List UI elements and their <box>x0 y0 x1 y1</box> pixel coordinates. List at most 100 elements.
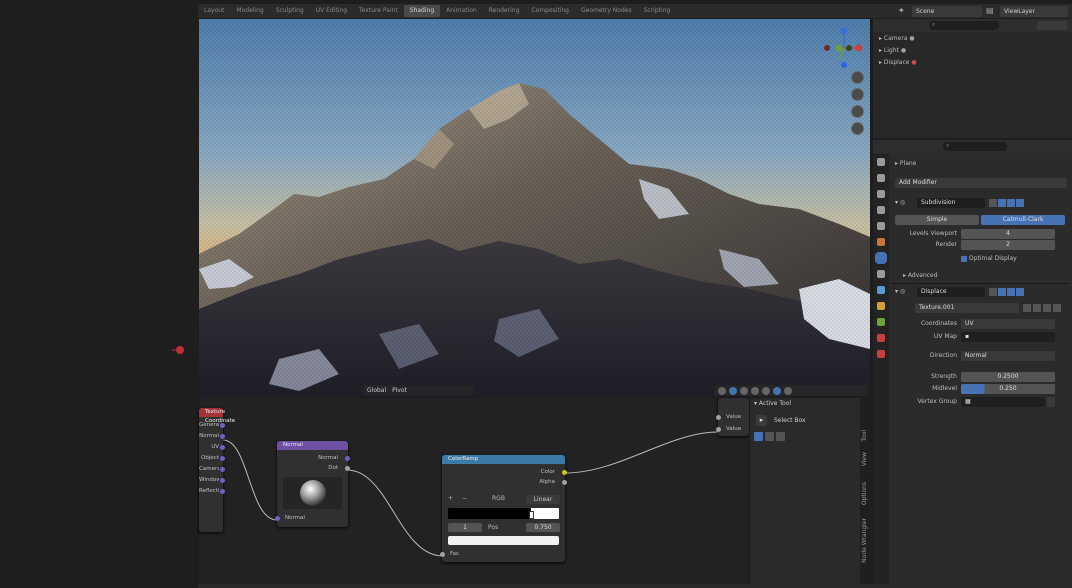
alpha-output-socket[interactable] <box>562 480 567 485</box>
workspace-tab-geometry-nodes[interactable]: Geometry Nodes <box>575 5 638 17</box>
view-layer-icon[interactable]: ▤ <box>986 6 996 16</box>
scene-icon[interactable]: ✦ <box>898 6 908 16</box>
texcoord-output-socket[interactable] <box>220 423 225 428</box>
object-type-icon[interactable]: ● <box>899 47 906 54</box>
coordinates-dropdown[interactable]: UV <box>961 319 1055 329</box>
direction-dropdown[interactable]: Normal <box>961 351 1055 361</box>
outliner-item[interactable]: ▸ Light ● <box>879 47 906 54</box>
props-tab-icon[interactable] <box>877 222 885 230</box>
normal-sphere-widget[interactable] <box>283 477 342 509</box>
vertex-group-field[interactable]: ▦ <box>961 397 1045 407</box>
node-texture-coordinate[interactable]: Texture Coordinate Generated Normal UV Obje… <box>199 408 235 532</box>
render-levels-field[interactable]: 2 <box>961 240 1055 250</box>
props-tab-icon[interactable] <box>877 206 885 214</box>
output-input-2-socket[interactable] <box>716 427 721 432</box>
workspace-tab-sculpting[interactable]: Sculpting <box>270 5 310 17</box>
subdivision-name-field[interactable]: Subdivision <box>917 198 985 208</box>
texture-browse-icons[interactable] <box>1023 304 1061 312</box>
props-tab-icon[interactable] <box>877 318 885 326</box>
normal-output-socket[interactable] <box>345 456 350 461</box>
light-gizmo-icon[interactable] <box>172 345 186 355</box>
props-tab-icon[interactable] <box>877 190 885 198</box>
midlevel-field[interactable]: 0.250 <box>961 384 1055 394</box>
zoom-icon[interactable] <box>851 71 864 84</box>
uv-map-field[interactable]: ▪ <box>961 332 1055 342</box>
select-mode-buttons[interactable] <box>754 432 785 441</box>
props-tab-icon[interactable] <box>877 174 885 182</box>
strength-field[interactable]: 0.2500 <box>961 372 1055 382</box>
displace-name-field[interactable]: Displace <box>917 287 985 297</box>
workspace-tab-shading[interactable]: Shading <box>403 5 441 17</box>
add-modifier-button[interactable]: Add Modifier <box>895 178 1067 188</box>
3d-viewport[interactable]: Global Pivot <box>199 19 870 397</box>
subdivision-expand[interactable]: ▾ ◎ <box>895 199 905 206</box>
transform-orientation[interactable]: Global <box>367 387 386 394</box>
fac-input-socket[interactable] <box>440 552 445 557</box>
displace-toggles[interactable] <box>989 288 1024 296</box>
axis-gizmo[interactable] <box>821 25 867 71</box>
tab-options[interactable]: Options <box>861 482 868 505</box>
workspace-tab-animation[interactable]: Animation <box>440 5 483 17</box>
camera-view-icon[interactable] <box>851 105 864 118</box>
subdiv-simple-button[interactable]: Simple <box>895 215 979 225</box>
tab-tool[interactable]: Tool <box>861 430 868 442</box>
texcoord-output-socket[interactable] <box>220 478 225 483</box>
props-search-input[interactable]: ⌕ <box>943 142 1007 151</box>
outliner-filter-icon[interactable] <box>1037 21 1067 30</box>
ramp-color-mode[interactable]: RGB <box>492 495 505 502</box>
outliner-item[interactable]: ▸ Displace ● <box>879 59 917 66</box>
color-output-socket[interactable] <box>562 470 567 475</box>
props-tab-icon[interactable] <box>875 252 887 264</box>
pan-icon[interactable] <box>851 88 864 101</box>
node-editor[interactable]: Texture Coordinate Generated Normal UV Obje… <box>199 398 749 584</box>
texcoord-output-socket[interactable] <box>220 489 225 494</box>
subdiv-catmull-button[interactable]: Catmull-Clark <box>981 215 1065 225</box>
workspace-tab-modeling[interactable]: Modeling <box>230 5 269 17</box>
view-layer-selector[interactable]: ViewLayer <box>1000 5 1068 17</box>
props-tab-icon[interactable] <box>877 286 885 294</box>
color-ramp-bar[interactable] <box>448 508 559 519</box>
workspace-tab-rendering[interactable]: Rendering <box>483 5 526 17</box>
outliner-item[interactable]: ▸ Camera ● <box>879 35 915 42</box>
pivot-point[interactable]: Pivot <box>392 387 407 394</box>
workspace-tab-compositing[interactable]: Compositing <box>525 5 575 17</box>
advanced-panel[interactable]: ▸ Advanced <box>903 272 938 279</box>
ramp-interpolation[interactable]: Linear <box>526 495 560 504</box>
node-material-output[interactable]: Value Value <box>716 398 749 436</box>
workspace-tab-scripting[interactable]: Scripting <box>638 5 677 17</box>
texcoord-output-socket[interactable] <box>220 467 225 472</box>
outliner-search-input[interactable]: ⌕ <box>929 21 999 30</box>
displace-expand[interactable]: ▾ ◎ <box>895 288 905 295</box>
select-box-icon[interactable]: ▸ <box>756 415 767 426</box>
tab-node-wrangler[interactable]: Node Wrangler <box>861 518 868 563</box>
workspace-tab-texture-paint[interactable]: Texture Paint <box>353 5 404 17</box>
optimal-display-checkbox[interactable]: Optimal Display <box>961 255 1017 262</box>
object-type-icon[interactable]: ● <box>909 59 916 66</box>
grid-toggle-icon[interactable] <box>851 122 864 135</box>
displace-texture-field[interactable]: Texture.001 <box>915 303 1019 313</box>
ramp-add-button[interactable]: + <box>448 495 453 502</box>
workspace-tab-uv-editing[interactable]: UV Editing <box>310 5 353 17</box>
ramp-stop-handle[interactable] <box>529 511 534 519</box>
props-tab-icon[interactable] <box>877 302 885 310</box>
texcoord-output-socket[interactable] <box>220 456 225 461</box>
texcoord-output-socket[interactable] <box>220 434 225 439</box>
props-tab-icon[interactable] <box>877 334 885 342</box>
ramp-remove-button[interactable]: − <box>462 495 467 502</box>
vertex-group-invert[interactable] <box>1047 397 1055 407</box>
dot-output-socket[interactable] <box>345 466 350 471</box>
node-normal[interactable]: Normal Normal Dot Normal <box>275 441 350 527</box>
levels-viewport-field[interactable]: 4 <box>961 229 1055 239</box>
workspace-tab-layout[interactable]: Layout <box>198 5 230 17</box>
active-tool-header[interactable]: ▾ Active Tool <box>754 400 791 407</box>
texcoord-output-socket[interactable] <box>220 445 225 450</box>
ramp-stop-color[interactable] <box>448 536 559 545</box>
props-tab-icon[interactable] <box>877 270 885 278</box>
normal-input-socket[interactable] <box>275 516 280 521</box>
node-colorramp[interactable]: ColorRamp Color Alpha + − RGB Linear 1 P… <box>440 455 567 562</box>
ramp-pos-field[interactable]: 0.750 <box>526 523 560 532</box>
shading-buttons[interactable] <box>714 385 867 396</box>
ramp-index-field[interactable]: 1 <box>448 523 482 532</box>
props-tab-icon[interactable] <box>877 350 885 358</box>
props-tab-icon[interactable] <box>877 158 885 166</box>
